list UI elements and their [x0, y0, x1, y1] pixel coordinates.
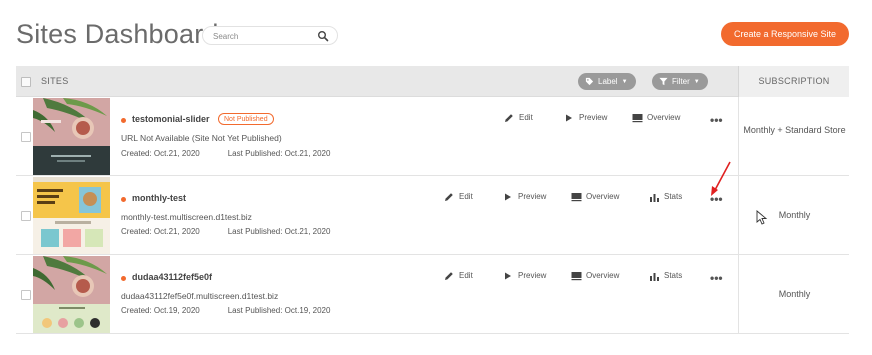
preview-label: Preview [579, 113, 608, 122]
chevron-down-icon: ▼ [693, 79, 700, 85]
edit-label: Edit [519, 113, 533, 122]
overview-icon [632, 114, 643, 123]
created-date: Created: Oct.19, 2020 [121, 306, 200, 315]
created-date: Created: Oct.21, 2020 [121, 227, 200, 236]
label-filter-text: Label [598, 77, 618, 86]
site-thumbnail[interactable] [33, 98, 110, 175]
sites-table: SITES Label ▼ Filter ▼ SUBSCRIPTION test… [16, 66, 849, 355]
created-date: Created: Oct.21, 2020 [121, 149, 200, 158]
subscription-value: Monthly + Standard Store [743, 125, 846, 135]
preview-label: Preview [518, 271, 547, 280]
site-thumbnail[interactable] [33, 177, 110, 254]
filter-button[interactable]: Filter ▼ [652, 73, 708, 90]
site-name[interactable]: dudaa43112fef5e0f [132, 272, 212, 282]
row-checkbox[interactable] [21, 132, 31, 142]
row-checkbox[interactable] [21, 290, 31, 300]
pencil-icon [505, 114, 513, 122]
filter-icon [659, 77, 668, 86]
table-row[interactable]: dudaa43112fef5e0f dudaa43112fef5e0f.mult… [16, 255, 849, 334]
status-dot [121, 276, 126, 281]
overview-label: Overview [647, 113, 681, 122]
sites-dashboard-page: Sites Dashboard Create a Responsive Site… [0, 0, 872, 355]
preview-label: Preview [518, 192, 547, 201]
select-all-checkbox[interactable] [21, 77, 31, 87]
label-filter-button[interactable]: Label ▼ [578, 73, 636, 90]
table-header: SITES Label ▼ Filter ▼ SUBSCRIPTION [16, 66, 849, 97]
play-icon [505, 193, 511, 201]
page-title: Sites Dashboard [16, 19, 219, 49]
subscription-cell: Monthly [738, 176, 849, 255]
edit-label: Edit [459, 271, 473, 280]
site-name[interactable]: monthly-test [132, 193, 186, 203]
overview-label: Overview [586, 271, 620, 280]
site-name[interactable]: testomonial-slider [132, 114, 210, 124]
overview-icon [571, 193, 582, 202]
play-icon [505, 272, 511, 280]
edit-label: Edit [459, 192, 473, 201]
row-checkbox[interactable] [21, 211, 31, 221]
search-box[interactable] [202, 26, 338, 45]
stats-label: Stats [664, 192, 683, 201]
tag-icon [585, 77, 594, 86]
more-options-icon[interactable]: ••• [710, 272, 723, 284]
subscription-column-header: SUBSCRIPTION [738, 66, 849, 97]
chevron-down-icon: ▼ [621, 79, 628, 85]
annotation-arrow-icon [711, 161, 731, 196]
bar-chart-icon [650, 273, 659, 281]
site-url[interactable]: dudaa43112fef5e0f.multiscreen.d1test.biz [121, 291, 278, 301]
site-url[interactable]: monthly-test.multiscreen.d1test.biz [121, 212, 252, 222]
status-dot [121, 197, 126, 202]
filter-text: Filter [672, 77, 690, 86]
pencil-icon [445, 272, 453, 280]
pencil-icon [445, 193, 453, 201]
site-dates: Created: Oct.21, 2020 Last Published: Oct… [121, 149, 358, 158]
not-published-badge: Not Published [218, 113, 274, 125]
site-dates: Created: Oct.19, 2020 Last Published: Oct… [121, 306, 358, 315]
last-published-date: Last Published: Oct.21, 2020 [227, 149, 331, 158]
overview-label: Overview [586, 192, 620, 201]
create-responsive-site-button[interactable]: Create a Responsive Site [721, 22, 849, 46]
play-icon [566, 114, 572, 122]
search-icon[interactable] [317, 30, 329, 42]
subscription-cell: Monthly [738, 255, 849, 334]
last-published-date: Last Published: Oct.21, 2020 [227, 227, 331, 236]
site-thumbnail[interactable] [33, 256, 110, 333]
site-dates: Created: Oct.21, 2020 Last Published: Oct… [121, 227, 358, 236]
last-published-date: Last Published: Oct.19, 2020 [227, 306, 331, 315]
site-url: URL Not Available (Site Not Yet Publishe… [121, 133, 282, 143]
sites-column-header: SITES [41, 76, 69, 86]
stats-label: Stats [664, 271, 683, 280]
bar-chart-icon [650, 194, 659, 202]
overview-icon [571, 272, 582, 281]
status-dot [121, 118, 126, 123]
search-input[interactable] [213, 29, 313, 43]
mouse-cursor-icon [756, 210, 768, 225]
dashboard-header: Sites Dashboard Create a Responsive Site [0, 0, 872, 66]
more-options-icon[interactable]: ••• [710, 114, 723, 126]
subscription-cell: Monthly + Standard Store [738, 97, 849, 176]
subscription-value: Monthly [778, 289, 811, 299]
